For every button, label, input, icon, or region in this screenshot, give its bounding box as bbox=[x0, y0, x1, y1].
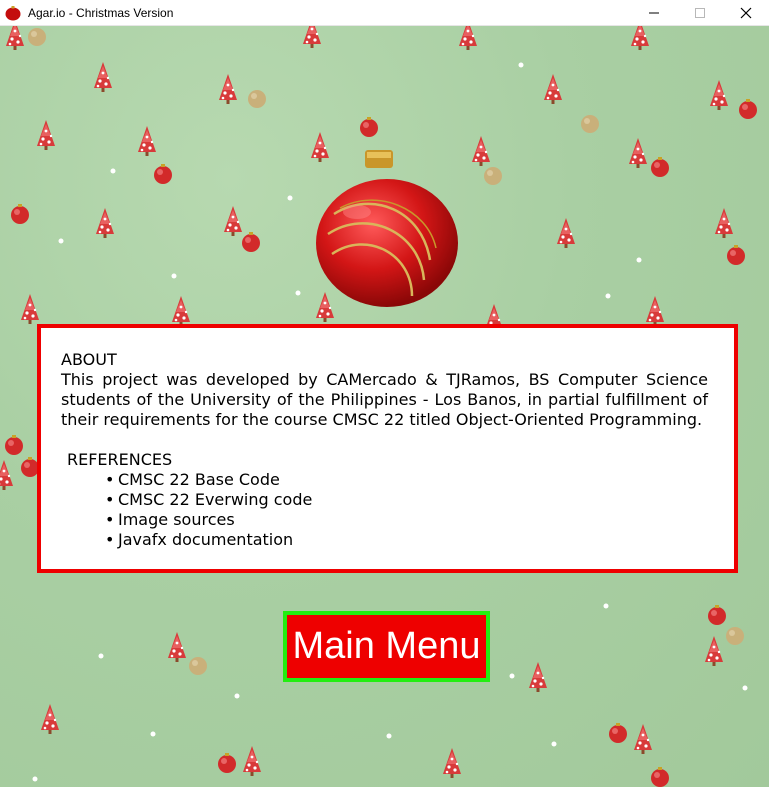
maximize-icon bbox=[695, 8, 705, 18]
about-description: This project was developed by CAMercado … bbox=[61, 370, 708, 429]
maximize-button[interactable] bbox=[677, 0, 723, 26]
game-canvas: ABOUT This project was developed by CAMe… bbox=[0, 26, 769, 787]
minimize-button[interactable] bbox=[631, 0, 677, 26]
window-titlebar[interactable]: Agar.io - Christmas Version bbox=[0, 0, 769, 26]
list-item: • Javafx documentation bbox=[105, 530, 708, 550]
christmas-ornament-image bbox=[316, 150, 458, 307]
list-item: • Image sources bbox=[105, 510, 708, 530]
close-button[interactable] bbox=[723, 0, 769, 26]
references-list: • CMSC 22 Base Code • CMSC 22 Everwing cod… bbox=[105, 470, 708, 550]
reference-label: CMSC 22 Base Code bbox=[118, 470, 280, 489]
main-menu-button[interactable]: Main Menu bbox=[283, 611, 490, 682]
reference-label: Image sources bbox=[118, 510, 235, 529]
bullet-icon: • bbox=[105, 530, 115, 549]
bullet-icon: • bbox=[105, 510, 115, 529]
minimize-icon bbox=[649, 12, 659, 14]
main-menu-label: Main Menu bbox=[292, 625, 481, 667]
close-icon bbox=[740, 7, 752, 19]
bullet-icon: • bbox=[105, 490, 115, 509]
about-panel: ABOUT This project was developed by CAMe… bbox=[37, 324, 738, 573]
list-item: • CMSC 22 Base Code bbox=[105, 470, 708, 490]
window-controls bbox=[631, 0, 769, 26]
list-item: • CMSC 22 Everwing code bbox=[105, 490, 708, 510]
references-heading: REFERENCES bbox=[67, 450, 173, 469]
bullet-icon: • bbox=[105, 470, 115, 489]
reference-label: CMSC 22 Everwing code bbox=[118, 490, 313, 509]
window-title: Agar.io - Christmas Version bbox=[28, 5, 174, 20]
reference-label: Javafx documentation bbox=[118, 530, 294, 549]
red-ornament-icon bbox=[5, 5, 21, 20]
about-heading: ABOUT bbox=[61, 350, 117, 369]
